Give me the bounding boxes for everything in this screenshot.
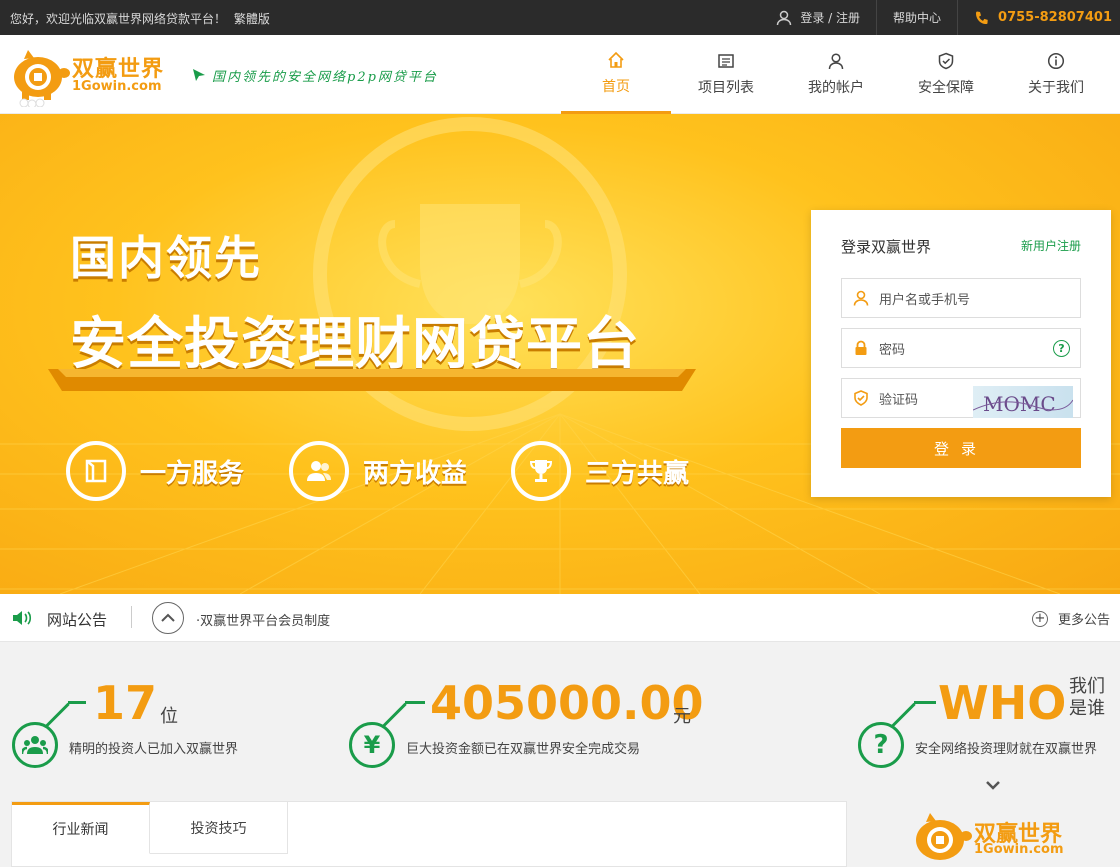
- logo-english-name: 1Gowin.com: [72, 79, 162, 94]
- login-button[interactable]: 登录: [841, 428, 1081, 468]
- tab-investment-tips[interactable]: 投资技巧: [150, 802, 288, 854]
- nav-project-list[interactable]: 项目列表: [671, 35, 781, 114]
- user-icon: [852, 289, 870, 307]
- more-label: 更多公告: [1057, 613, 1110, 628]
- users-icon: [12, 722, 58, 768]
- nav-my-account[interactable]: 我的帐户: [781, 35, 891, 114]
- book-icon: [66, 441, 126, 501]
- nav-label: 首页: [602, 78, 630, 95]
- footer-logo: 双赢世界 1Gowin.com: [912, 812, 1082, 867]
- nav-label: 安全保障: [918, 80, 974, 96]
- trophy-icon: [511, 441, 571, 501]
- stat-description: 精明的投资人已加入双赢世界: [69, 742, 239, 757]
- stat-unit: 元: [673, 706, 691, 727]
- site-slogan: 国内领先的安全网络p2p网贷平台: [212, 70, 438, 85]
- stat-description: 安全网络投资理财就在双赢世界: [915, 742, 1098, 757]
- stat-investment-amount: ¥ 405000.00 元 巨大投资金额已在双赢世界安全完成交易: [340, 660, 740, 780]
- home-icon: [608, 51, 624, 68]
- yen-icon: ¥: [349, 722, 395, 768]
- logo-english-name: 1Gowin.com: [974, 842, 1064, 857]
- shield-icon: [938, 52, 954, 70]
- login-panel: 登录双赢世界 新用户注册 用户名或手机号 密码 ? 验证码 MOMC 登录: [811, 210, 1111, 497]
- login-register-link[interactable]: 登录 / 注册: [760, 0, 876, 35]
- feature-label: 一方服务: [140, 458, 245, 489]
- shield-icon: [852, 389, 870, 407]
- password-help-icon[interactable]: ?: [1053, 340, 1070, 357]
- captcha-image[interactable]: MOMC: [973, 386, 1073, 418]
- hotline: 0755-82807401: [957, 0, 1120, 35]
- connector-line: [381, 702, 407, 728]
- chevron-up-icon[interactable]: [152, 602, 184, 634]
- announcement-label: 网站公告: [47, 611, 108, 629]
- stat-unit-line: 是谁: [1069, 698, 1105, 719]
- help-center-link[interactable]: 帮助中心: [876, 0, 957, 35]
- more-announcements-link[interactable]: + 更多公告: [1031, 609, 1110, 628]
- speaker-icon: [13, 611, 32, 625]
- list-icon: [718, 54, 734, 68]
- stat-number: 17: [93, 676, 158, 730]
- stat-investors: 17 位 精明的投资人已加入双赢世界: [0, 660, 330, 780]
- user-icon: [828, 53, 844, 70]
- announcement-bar: 网站公告 ·双赢世界平台会员制度 + 更多公告: [0, 594, 1120, 642]
- banner-ribbon: [48, 369, 696, 391]
- connector-line: [44, 702, 70, 728]
- phone-icon: [976, 11, 988, 24]
- feature-three-win: 三方共赢: [511, 441, 689, 501]
- feature-label: 两方收益: [363, 458, 468, 489]
- piggy-bank-logo-icon: [14, 50, 70, 107]
- site-logo[interactable]: 双赢世界 1Gowin.com: [10, 47, 175, 107]
- stat-who-we-are[interactable]: ? WHO 我们 是谁 安全网络投资理财就在双赢世界: [850, 660, 1120, 780]
- login-register-label: 登录 / 注册: [800, 11, 861, 25]
- divider: [131, 606, 132, 628]
- stat-unit: 我们 是谁: [1069, 676, 1105, 720]
- feature-label: 三方共赢: [585, 458, 690, 489]
- stat-number: WHO: [938, 676, 1067, 730]
- users-icon: [289, 441, 349, 501]
- main-nav: 首页 项目列表 我的帐户 安全保障 关于我们: [561, 35, 1111, 114]
- welcome-message: 您好，欢迎光临双赢世界网络贷款平台！: [10, 12, 227, 26]
- user-icon: [777, 10, 792, 25]
- connector-line: [68, 701, 86, 704]
- connector-line: [405, 701, 425, 704]
- nav-home[interactable]: 首页: [561, 35, 671, 114]
- question-icon: ?: [858, 722, 904, 768]
- nav-label: 项目列表: [698, 80, 754, 96]
- banner-subheadline: 安全投资理财网贷平台: [70, 312, 640, 377]
- chevron-down-icon[interactable]: [985, 780, 1001, 792]
- piggy-bank-logo-icon: [916, 813, 972, 860]
- news-tabs: 行业新闻 投资技巧: [11, 801, 847, 867]
- stat-number: 405000.00: [430, 676, 704, 730]
- nav-label: 关于我们: [1028, 80, 1084, 96]
- tab-industry-news[interactable]: 行业新闻: [12, 802, 150, 854]
- banner-headline: 国内领先: [70, 231, 262, 285]
- register-link[interactable]: 新用户注册: [1021, 237, 1081, 254]
- phone-number: 0755-82807401: [998, 10, 1112, 25]
- lock-icon: [852, 339, 870, 357]
- username-field[interactable]: 用户名或手机号: [841, 278, 1081, 318]
- site-header: 双赢世界 1Gowin.com 国内领先的安全网络p2p网贷平台 首页 项目列表…: [0, 35, 1120, 114]
- feature-two-benefits: 两方收益: [289, 441, 467, 501]
- feature-one-service: 一方服务: [66, 441, 244, 501]
- welcome-text: 您好，欢迎光临双赢世界网络贷款平台！ 繁體版: [10, 10, 270, 27]
- login-title: 登录双赢世界: [841, 238, 932, 256]
- nav-security[interactable]: 安全保障: [891, 35, 1001, 114]
- password-field[interactable]: 密码 ?: [841, 328, 1081, 368]
- announcement-item[interactable]: ·双赢世界平台会员制度: [196, 610, 330, 629]
- top-bar: 您好，欢迎光临双赢世界网络贷款平台！ 繁體版 登录 / 注册 帮助中心 0755…: [0, 0, 1120, 35]
- stat-unit-line: 我们: [1069, 676, 1105, 697]
- plus-icon: +: [1031, 610, 1048, 627]
- info-icon: [1047, 52, 1065, 70]
- stat-description: 巨大投资金额已在双赢世界安全完成交易: [406, 742, 641, 757]
- connector-line: [914, 701, 936, 704]
- slogan-arrow-icon: [193, 69, 205, 81]
- username-placeholder: 用户名或手机号: [879, 292, 971, 308]
- nav-about-us[interactable]: 关于我们: [1001, 35, 1111, 114]
- nav-label: 我的帐户: [808, 80, 864, 96]
- password-placeholder: 密码: [879, 342, 906, 358]
- traditional-chinese-link[interactable]: 繁體版: [234, 12, 270, 26]
- connector-line: [890, 702, 916, 728]
- captcha-placeholder: 验证码: [879, 392, 919, 408]
- stat-unit: 位: [160, 706, 178, 727]
